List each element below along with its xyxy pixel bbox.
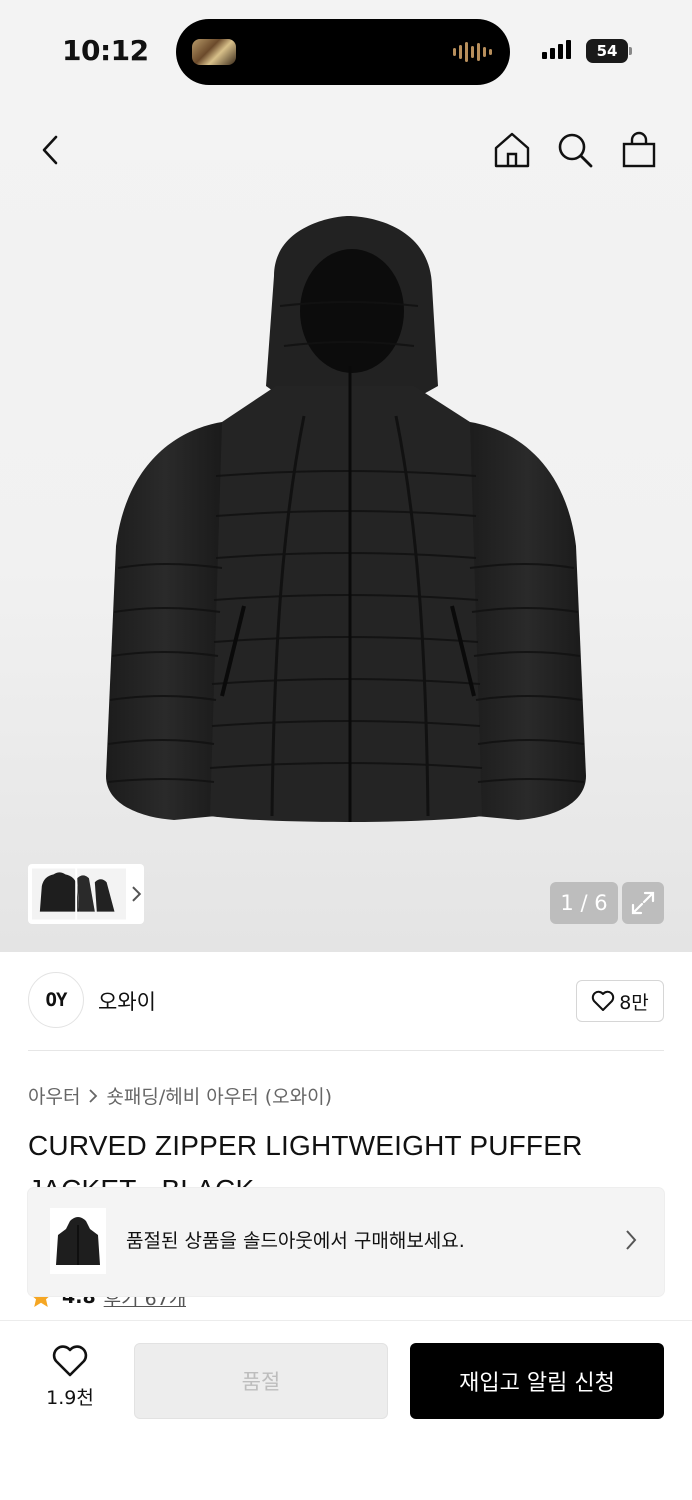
status-time: 10:12	[62, 34, 149, 67]
cellular-signal-icon	[542, 40, 571, 59]
product-image-gallery[interactable]: 1 / 6	[0, 100, 692, 952]
thumbnail-strip[interactable]	[28, 864, 144, 924]
back-button[interactable]	[28, 128, 72, 172]
brand-name[interactable]: 오와이	[98, 986, 156, 1016]
soldout-banner[interactable]: 품절된 상품을 솔드아웃에서 구매해보세요.	[28, 1188, 664, 1296]
heart-icon	[52, 1345, 88, 1377]
now-playing-artwork-icon	[192, 39, 236, 65]
expand-image-button[interactable]	[622, 882, 664, 924]
chevron-right-icon	[89, 1088, 98, 1103]
audio-waveform-icon	[453, 41, 492, 63]
soldout-banner-text: 품절된 상품을 솔드아웃에서 구매해보세요.	[126, 1230, 465, 1252]
brand-like-count: 8만	[619, 991, 649, 1014]
home-button[interactable]	[490, 128, 534, 172]
restock-notify-button[interactable]: 재입고 알림 신청	[410, 1343, 664, 1419]
home-icon	[494, 132, 530, 168]
soldout-product-thumbnail	[50, 1208, 106, 1274]
breadcrumb-subcategory[interactable]: 숏패딩/헤비 아우터 (오와이)	[106, 1082, 332, 1109]
search-icon	[558, 133, 593, 168]
chevron-left-icon	[42, 135, 58, 165]
brand-row[interactable]: OY 오와이 8만	[28, 972, 664, 1030]
brand-like-button[interactable]: 8만	[576, 980, 664, 1022]
product-jacket-image	[106, 216, 586, 822]
divider	[28, 1050, 664, 1051]
wishlist-count: 1.9천	[46, 1387, 94, 1409]
breadcrumb-category[interactable]: 아우터	[28, 1082, 80, 1109]
dynamic-island[interactable]	[176, 19, 510, 85]
status-bar: 10:12 54	[0, 0, 692, 100]
image-counter: 1 / 6	[550, 882, 618, 924]
jacket-thumbnail-image	[56, 1217, 100, 1265]
heart-icon	[592, 990, 615, 1011]
product-title: CURVED ZIPPER LIGHTWEIGHT PUFFER JACKET …	[28, 1130, 583, 1194]
thumbnail-image	[32, 868, 127, 920]
breadcrumb: 아우터 숏패딩/헤비 아우터 (오와이)	[28, 1082, 332, 1109]
battery-icon: 54	[586, 39, 628, 63]
search-button[interactable]	[553, 128, 597, 172]
battery-cap	[629, 47, 632, 55]
expand-icon	[631, 891, 655, 915]
bottom-action-bar: 1.9천 품절 재입고 알림 신청	[0, 1320, 692, 1500]
chevron-right-icon	[626, 1230, 637, 1250]
battery-level: 54	[596, 42, 618, 60]
soldout-button[interactable]: 품절	[134, 1343, 388, 1419]
wishlist-button[interactable]: 1.9천	[28, 1345, 112, 1421]
shopping-bag-icon	[622, 131, 656, 168]
brand-logo[interactable]: OY	[28, 972, 84, 1028]
cart-button[interactable]	[617, 128, 661, 172]
chevron-right-icon	[132, 886, 142, 902]
